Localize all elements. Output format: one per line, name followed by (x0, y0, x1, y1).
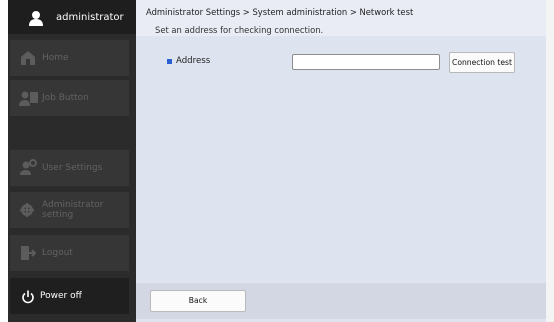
sidebar-item-job-button[interactable]: Job Button (10, 80, 129, 116)
bullet-marker (167, 59, 172, 64)
user-icon (28, 10, 44, 30)
connection-test-button[interactable]: Connection test (449, 52, 515, 73)
user-header: administrator (8, 0, 136, 34)
user-settings-icon (20, 159, 38, 179)
right-edge (546, 0, 554, 322)
power-off-button[interactable]: Power off (10, 278, 129, 314)
admin-gear-icon (20, 202, 34, 221)
main-panel: Administrator Settings > System administ… (136, 0, 546, 322)
power-icon (21, 289, 35, 308)
user-name: administrator (56, 12, 124, 23)
job-button-icon (19, 90, 39, 110)
address-input[interactable] (292, 54, 440, 70)
sidebar-item-label: Administrator setting (42, 200, 104, 220)
sidebar-item-label: Logout (42, 248, 73, 258)
power-off-label: Power off (40, 291, 82, 301)
page-description: Set an address for checking connection. (155, 25, 324, 35)
back-button[interactable]: Back (150, 290, 246, 312)
sidebar-item-label: User Settings (42, 163, 103, 173)
sidebar-item-logout[interactable]: Logout (10, 235, 129, 271)
sidebar-item-home[interactable]: Home (10, 40, 129, 76)
sidebar-item-administrator-setting[interactable]: Administrator setting (10, 192, 129, 228)
sidebar-item-label: Job Button (42, 93, 89, 103)
sidebar-item-user-settings[interactable]: User Settings (10, 150, 129, 186)
breadcrumb: Administrator Settings > System administ… (146, 7, 414, 17)
address-label: Address (176, 56, 211, 66)
logout-icon (20, 245, 37, 265)
home-icon (20, 50, 36, 70)
sidebar-item-label: Home (42, 53, 69, 63)
